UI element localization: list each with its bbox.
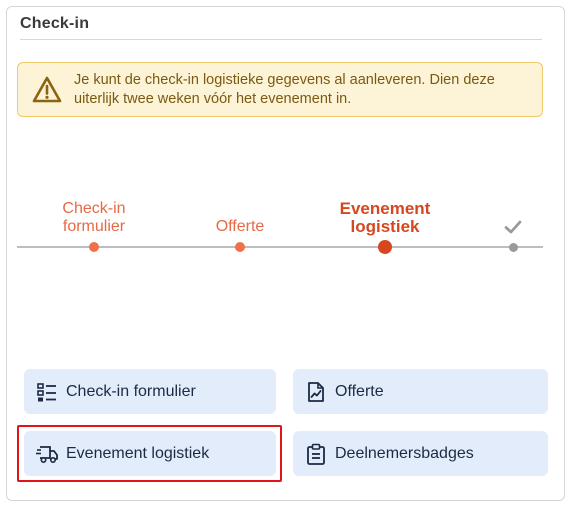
step-label-line1: Check-in [62, 200, 126, 217]
progress-stepper: Check-in formulier Offerte Evenement log… [17, 190, 543, 270]
badge-clipboard-icon [307, 443, 325, 465]
truck-icon [36, 445, 58, 463]
checkmark-icon [504, 220, 522, 234]
step-checkin-formulier: Check-in formulier [19, 190, 169, 260]
step-dot [235, 242, 245, 252]
document-chart-icon [308, 381, 324, 402]
step-label-line1: Evenement [339, 199, 431, 218]
step-final [438, 190, 571, 260]
checkin-form-button[interactable]: Check-in formulier [24, 369, 276, 414]
step-dot [89, 242, 99, 252]
step-dot-active [378, 240, 392, 254]
participant-badges-button[interactable]: Deelnemersbadges [293, 431, 548, 476]
warning-triangle-icon [32, 76, 62, 102]
step-label-line1: Offerte [215, 218, 265, 235]
offerte-button[interactable]: Offerte [293, 369, 548, 414]
checkin-form-button-label: Check-in formulier [66, 382, 196, 400]
offerte-button-label: Offerte [335, 382, 384, 400]
step-label: Check-in formulier [19, 200, 169, 236]
step-label-line2: logistiek [350, 217, 420, 236]
checklist-icon [37, 382, 56, 401]
event-logistics-button[interactable]: Evenement logistiek [24, 431, 276, 476]
event-logistics-button-label: Evenement logistiek [66, 444, 210, 462]
step-dot [508, 242, 518, 252]
warning-alert: Je kunt de check-in logistieke gegevens … [17, 62, 543, 117]
participant-badges-button-label: Deelnemersbadges [335, 444, 474, 462]
step-label-line2: formulier [62, 218, 126, 235]
step-label: Offerte [165, 218, 315, 236]
step-offerte: Offerte [165, 190, 315, 260]
alert-text: Je kunt de check-in logistieke gegevens … [74, 71, 495, 107]
card-title: Check-in [20, 15, 542, 40]
